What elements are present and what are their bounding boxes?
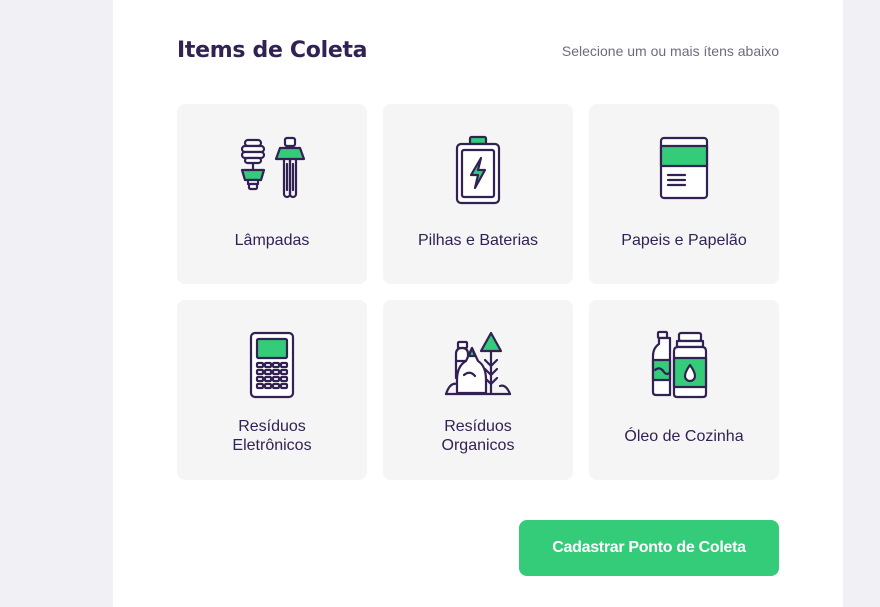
item-batteries[interactable]: Pilhas e Baterias	[383, 104, 573, 284]
item-paper[interactable]: Papeis e Papelão	[589, 104, 779, 284]
item-electronics-label-line2: Eletrônicos	[232, 437, 312, 454]
paper-icon	[648, 134, 720, 206]
item-paper-label: Papeis e Papelão	[621, 232, 747, 249]
organic-icon	[442, 330, 514, 402]
item-organic-label: Resíduos Organicos	[391, 417, 565, 455]
item-organic-label-line1: Resíduos	[444, 418, 512, 435]
items-grid: Lâmpadas Pilhas e Baterias Papeis e Pape…	[177, 104, 779, 480]
item-organic-label-line2: Organicos	[441, 437, 515, 454]
item-electronics-label-line1: Resíduos	[238, 418, 306, 435]
form-card: Items de Coleta Selecione um ou mais íte…	[113, 0, 843, 607]
section-header: Items de Coleta Selecione um ou mais íte…	[177, 34, 779, 66]
section-title: Items de Coleta	[177, 37, 368, 63]
item-batteries-label: Pilhas e Baterias	[417, 232, 539, 249]
item-electronics-label: Resíduos Eletrônicos	[185, 417, 359, 455]
item-cooking-oil[interactable]: Óleo de Cozinha	[589, 300, 779, 480]
cooking-oil-icon	[648, 330, 720, 402]
item-organic[interactable]: Resíduos Organicos	[383, 300, 573, 480]
item-lamps[interactable]: Lâmpadas	[177, 104, 367, 284]
battery-icon	[442, 134, 514, 206]
item-electronics[interactable]: Resíduos Eletrônicos	[177, 300, 367, 480]
lamps-icon	[236, 134, 308, 206]
submit-button[interactable]: Cadastrar Ponto de Coleta	[519, 520, 779, 576]
electronics-icon	[236, 330, 308, 402]
section-hint: Selecione um ou mais ítens abaixo	[561, 43, 779, 59]
item-cooking-oil-label: Óleo de Cozinha	[624, 428, 744, 445]
item-lamps-label: Lâmpadas	[234, 232, 310, 249]
